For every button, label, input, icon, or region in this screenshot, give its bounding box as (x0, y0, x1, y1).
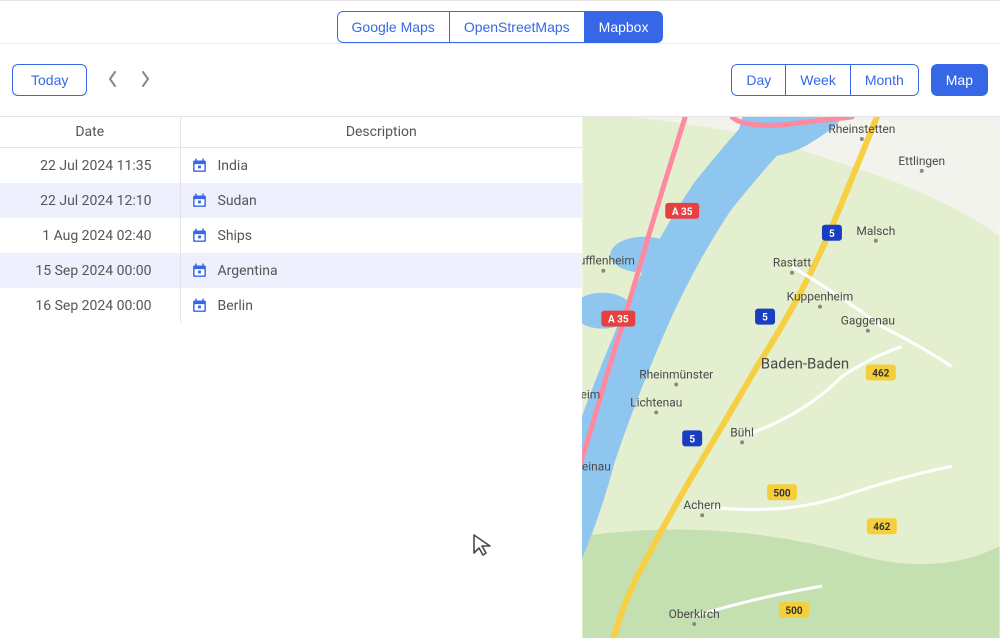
svg-text:5: 5 (829, 229, 835, 240)
calendar-icon (191, 192, 208, 209)
highway-shield: 462 (866, 365, 896, 381)
column-header-description[interactable]: Description (180, 117, 582, 148)
cell-description: Argentina (180, 253, 582, 288)
cell-description-text: Sudan (218, 193, 257, 209)
cell-date: 22 Jul 2024 11:35 (0, 148, 180, 184)
view-mode-map-group: Map (931, 64, 988, 96)
chevron-left-icon (108, 71, 118, 90)
highway-shield: 5 (755, 309, 775, 325)
cell-date: 22 Jul 2024 12:10 (0, 183, 180, 218)
map-city-label: einau (582, 459, 611, 473)
view-month[interactable]: Month (851, 64, 919, 96)
map-provider-tabs: Google Maps OpenStreetMaps Mapbox (337, 11, 664, 43)
cell-description: India (180, 148, 582, 184)
cell-description: Ships (180, 218, 582, 253)
table-row[interactable]: 22 Jul 2024 11:35 India (0, 148, 582, 184)
chevron-right-icon (140, 71, 150, 90)
view-week[interactable]: Week (786, 64, 851, 96)
column-header-date[interactable]: Date (0, 117, 180, 148)
map-city-label: Lichtenau (630, 395, 682, 409)
cell-description-text: Argentina (218, 263, 278, 279)
highway-shield: 500 (779, 602, 809, 618)
svg-text:462: 462 (873, 522, 890, 533)
highway-shield: 462 (867, 518, 897, 534)
map-city-label: Gaggenau (841, 314, 895, 328)
cell-description-text: India (218, 158, 248, 174)
cell-description-text: Ships (218, 228, 253, 244)
toolbar-right: Day Week Month Map (731, 64, 988, 96)
calendar-icon (191, 297, 208, 314)
highway-shield: 5 (682, 430, 702, 446)
map-city-label: Ettlingen (898, 154, 945, 168)
calendar-icon (191, 227, 208, 244)
table-row[interactable]: 16 Sep 2024 00:00 Berlin (0, 288, 582, 323)
view-map[interactable]: Map (931, 64, 988, 96)
map-city-label: Achern (683, 498, 721, 512)
map-view[interactable]: A 35 A 35 5 5 5 462 500 462 500 Rheinstetten Ettl… (582, 117, 1000, 638)
map-city-label: Kuppenheim (787, 290, 854, 304)
map-city-label: Bühl (730, 425, 754, 439)
svg-text:500: 500 (785, 606, 802, 617)
tab-mapbox[interactable]: Mapbox (585, 11, 664, 43)
cell-description: Sudan (180, 183, 582, 218)
view-day[interactable]: Day (731, 64, 786, 96)
event-table: Date Description 22 Jul 2024 11:35 India… (0, 117, 582, 638)
cell-date: 1 Aug 2024 02:40 (0, 218, 180, 253)
map-city-label: Rheinmünster (639, 368, 713, 382)
table-row[interactable]: 1 Aug 2024 02:40 Ships (0, 218, 582, 253)
today-button[interactable]: Today (12, 64, 87, 96)
calendar-icon (191, 262, 208, 279)
calendar-icon (191, 157, 208, 174)
highway-shield: A 35 (601, 311, 635, 327)
highway-shield: 500 (767, 484, 797, 500)
highway-shield: 5 (822, 225, 842, 241)
content-area: Date Description 22 Jul 2024 11:35 India… (0, 116, 1000, 638)
svg-text:A 35: A 35 (672, 207, 693, 218)
cell-date: 16 Sep 2024 00:00 (0, 288, 180, 323)
top-tab-bar: Google Maps OpenStreetMaps Mapbox (0, 0, 1000, 44)
prev-button[interactable] (99, 66, 127, 94)
svg-text:5: 5 (762, 313, 768, 324)
table-row[interactable]: 15 Sep 2024 00:00 Argentina (0, 253, 582, 288)
next-button[interactable] (131, 66, 159, 94)
tab-google-maps[interactable]: Google Maps (337, 11, 450, 43)
toolbar-left: Today (12, 64, 159, 96)
svg-text:A 35: A 35 (608, 315, 629, 326)
svg-text:5: 5 (689, 434, 695, 445)
svg-text:462: 462 (872, 369, 889, 380)
highway-shield: A 35 (665, 203, 699, 219)
cell-date: 15 Sep 2024 00:00 (0, 253, 180, 288)
map-city-label: oufflenheim (582, 254, 635, 268)
cell-description: Berlin (180, 288, 582, 323)
toolbar: Today Day Week Month Map (0, 44, 1000, 116)
map-city-label: Oberkirch (669, 607, 720, 621)
cell-description-text: Berlin (218, 298, 253, 314)
view-mode-tabs: Day Week Month (731, 64, 918, 96)
map-city-label: Baden-Baden (761, 355, 849, 373)
map-city-label: eim (582, 387, 600, 401)
table-row[interactable]: 22 Jul 2024 12:10 Sudan (0, 183, 582, 218)
date-nav (99, 66, 159, 94)
map-city-label: Rastatt (773, 256, 811, 270)
map-city-label: Rheinstetten (828, 122, 895, 136)
svg-text:500: 500 (773, 488, 790, 499)
map-city-label: Malsch (856, 224, 895, 238)
tab-openstreetmaps[interactable]: OpenStreetMaps (450, 11, 585, 43)
